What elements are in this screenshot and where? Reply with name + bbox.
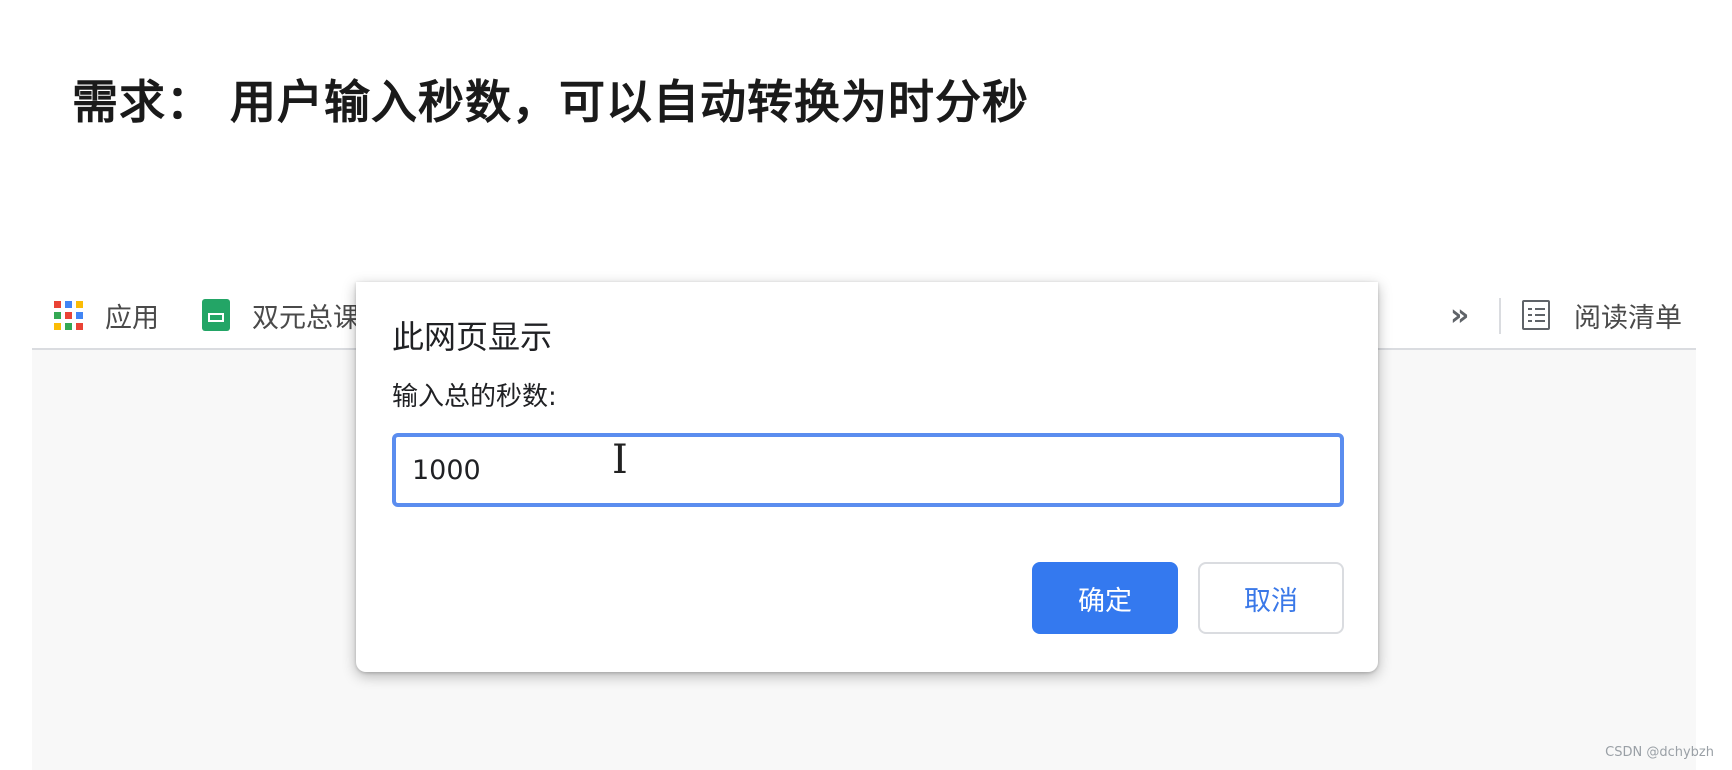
- bookmark-apps[interactable]: 应用: [54, 282, 159, 348]
- more-bookmarks-button[interactable]: »: [1450, 282, 1469, 348]
- bookmark-sheet-label: 双元总课: [252, 302, 360, 334]
- bookmarks-separator: [1499, 298, 1501, 334]
- bookmark-sheet[interactable]: 双元总课: [202, 282, 360, 348]
- page: 需求： 用户输入秒数，可以自动转换为时分秒 应用 双元总课 » 阅读清单 此网页…: [0, 0, 1732, 770]
- reading-list-label: 阅读清单: [1574, 302, 1682, 334]
- apps-grid-icon: [54, 300, 83, 330]
- double-chevron-right-icon: »: [1450, 297, 1470, 333]
- slide-heading: 需求： 用户输入秒数，可以自动转换为时分秒: [72, 75, 1030, 129]
- ok-button[interactable]: 确定: [1032, 562, 1178, 634]
- dialog-title: 此网页显示: [392, 318, 553, 356]
- text-cursor-icon: I: [612, 437, 628, 483]
- reading-list-icon: [1522, 300, 1550, 330]
- cancel-button[interactable]: 取消: [1198, 562, 1344, 634]
- google-sheets-icon: [202, 299, 230, 331]
- seconds-input[interactable]: [392, 433, 1344, 507]
- prompt-dialog: 此网页显示 输入总的秒数: I 确定 取消: [356, 282, 1378, 672]
- dialog-message: 输入总的秒数:: [392, 382, 557, 412]
- watermark: CSDN @dchybzh: [1605, 745, 1714, 760]
- bookmark-apps-label: 应用: [105, 302, 159, 334]
- reading-list-button[interactable]: 阅读清单: [1522, 282, 1682, 348]
